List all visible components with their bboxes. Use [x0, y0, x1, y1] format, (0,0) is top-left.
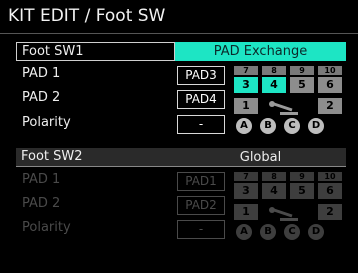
sw1-pad-10: 10	[318, 66, 342, 75]
sw1-pad2-value[interactable]: PAD4	[177, 90, 225, 109]
sw2-pad-3: 3	[234, 183, 258, 199]
foot-sw1-mode-value[interactable]: PAD Exchange	[175, 42, 346, 61]
foot-pedal-icon	[266, 204, 306, 221]
page-title: KIT EDIT / Foot SW	[8, 6, 166, 26]
sw1-pad-5: 5	[290, 77, 314, 93]
sw2-polarity-label: Polarity	[22, 220, 71, 235]
sw2-pad-1: 1	[234, 204, 258, 220]
sw1-pad1-value[interactable]: PAD3	[177, 66, 225, 85]
sw1-pad-3: 3	[234, 77, 258, 93]
sw1-pad-4: 4	[262, 77, 286, 93]
sw2-pad-4: 4	[262, 183, 286, 199]
title-divider	[0, 33, 358, 34]
sw1-pad1-label: PAD 1	[22, 66, 61, 81]
sw2-pad-8: 8	[262, 172, 286, 181]
sw2-trigger-c: C	[284, 224, 300, 240]
sw1-trigger-c: C	[284, 118, 300, 134]
sw1-pad-diagram: 7 8 9 10 3 4 5 6 1 2 A B C D	[230, 66, 346, 148]
sw1-pad2-label: PAD 2	[22, 90, 61, 105]
sw2-pad-7: 7	[234, 172, 258, 181]
foot-sw2-label: Foot SW2	[16, 148, 175, 167]
sw1-trigger-d: D	[308, 118, 324, 134]
sw2-pad-6: 6	[318, 183, 342, 199]
sw1-pad-6: 6	[318, 77, 342, 93]
sw2-trigger-b: B	[260, 224, 276, 240]
foot-sw2-header[interactable]: Foot SW2 Global	[16, 148, 346, 167]
sw1-pad-2: 2	[318, 98, 342, 114]
sw2-pad-2: 2	[318, 204, 342, 220]
sw2-pad-diagram: 7 8 9 10 3 4 5 6 1 2 A B C D	[230, 172, 346, 254]
sw2-pad-9: 9	[290, 172, 314, 181]
sw2-pad2-label: PAD 2	[22, 196, 61, 211]
sw1-trigger-a: A	[236, 118, 252, 134]
sw2-pad2-value: PAD2	[177, 196, 225, 215]
foot-sw1-label: Foot SW1	[16, 42, 175, 61]
foot-sw2-mode-value[interactable]: Global	[175, 148, 346, 167]
sw1-pad-8: 8	[262, 66, 286, 75]
sw1-polarity-label: Polarity	[22, 115, 71, 130]
sw2-pad-10: 10	[318, 172, 342, 181]
sw2-pad1-value: PAD1	[177, 172, 225, 191]
sw2-pad1-label: PAD 1	[22, 172, 61, 187]
sw1-pad-7: 7	[234, 66, 258, 75]
sw2-polarity-value: -	[177, 220, 225, 239]
sw2-trigger-d: D	[308, 224, 324, 240]
sw1-trigger-b: B	[260, 118, 276, 134]
foot-pedal-icon	[266, 98, 306, 115]
sw2-pad-5: 5	[290, 183, 314, 199]
sw1-pad-9: 9	[290, 66, 314, 75]
sw2-trigger-a: A	[236, 224, 252, 240]
sw1-polarity-value[interactable]: -	[177, 115, 225, 134]
sw1-pad-1: 1	[234, 98, 258, 114]
foot-sw1-header[interactable]: Foot SW1 PAD Exchange	[16, 42, 346, 61]
